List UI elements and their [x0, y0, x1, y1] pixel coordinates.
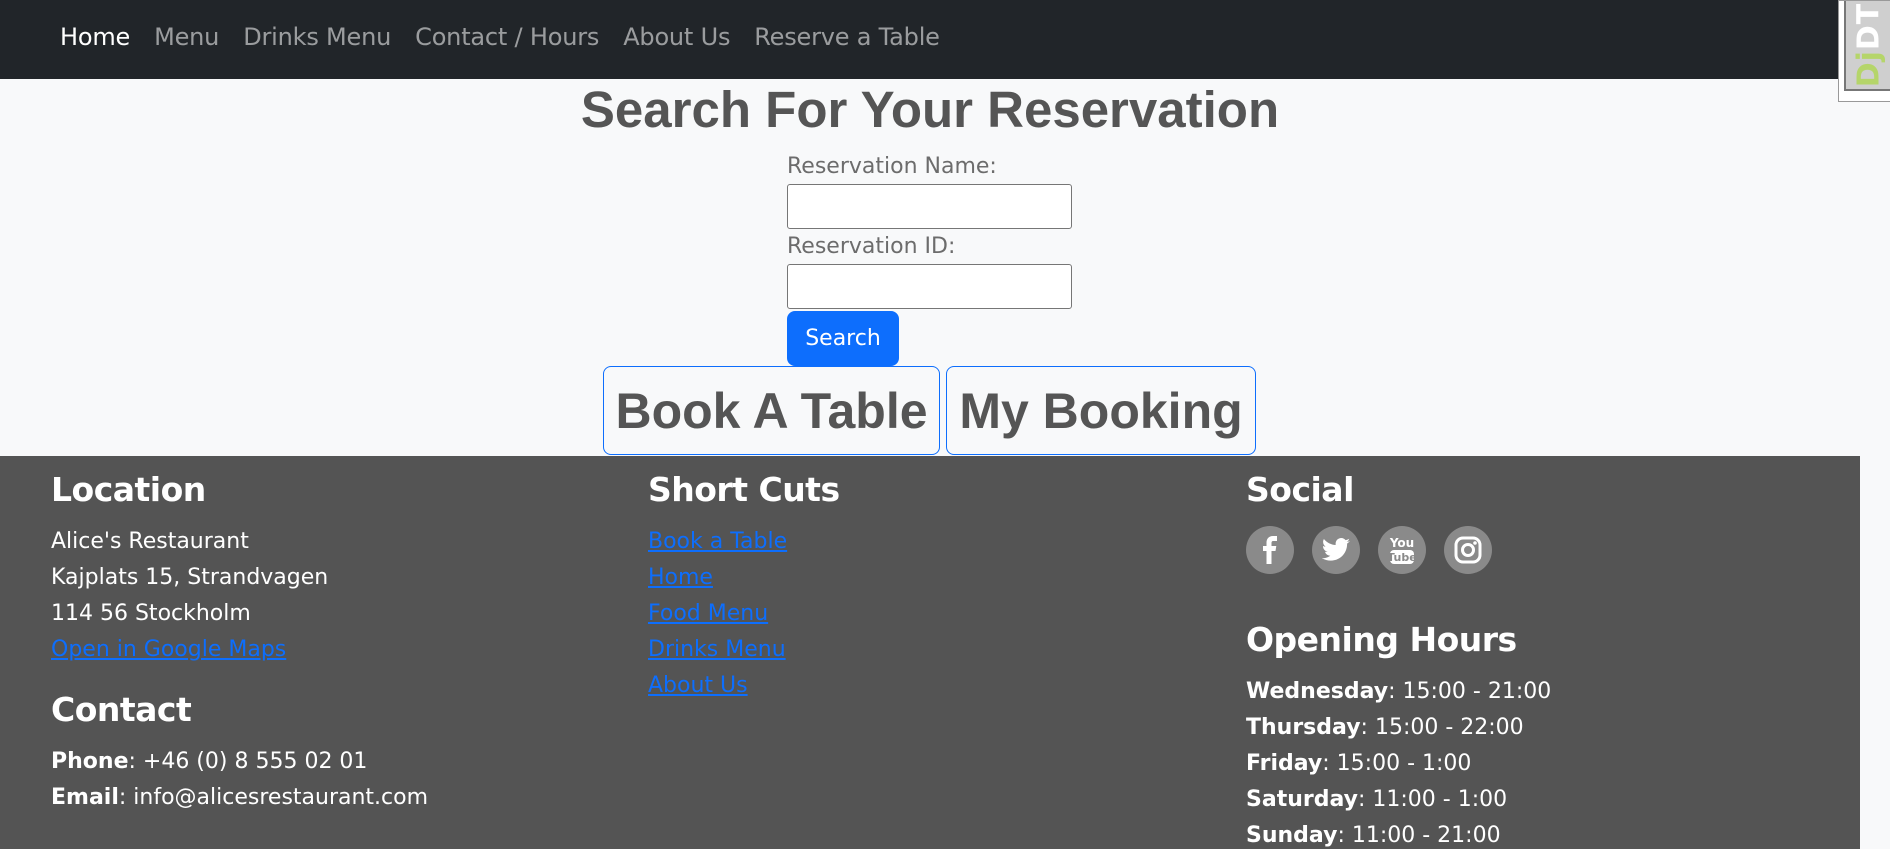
debug-toolbar-label: DjDT — [1851, 2, 1886, 88]
email-label: Email — [51, 785, 119, 810]
debug-toolbar-tab: DjDT — [1844, 1, 1890, 91]
social-icons: You Tube — [1246, 526, 1492, 574]
shortcut-food-menu-link[interactable]: Food Menu — [648, 596, 787, 632]
reservation-name-label: Reservation Name: — [787, 154, 997, 179]
address-city: 114 56 Stockholm — [51, 601, 251, 626]
hours-time: : 15:00 - 22:00 — [1360, 715, 1524, 740]
hours-row: Friday: 15:00 - 1:00 — [1246, 746, 1551, 782]
hours-day: Saturday — [1246, 787, 1358, 812]
nav-link-contact-hours[interactable]: Contact / Hours — [415, 23, 599, 51]
my-booking-button[interactable]: My Booking — [946, 366, 1256, 455]
facebook-icon[interactable] — [1246, 526, 1294, 574]
shortcut-drinks-menu-link[interactable]: Drinks Menu — [648, 632, 787, 668]
reservation-name-input[interactable] — [787, 184, 1072, 229]
contact-phone: Phone: +46 (0) 8 555 02 01 — [51, 744, 428, 780]
address-street: Kajplats 15, Strandvagen — [51, 565, 329, 590]
email-value: : info@alicesrestaurant.com — [118, 785, 429, 810]
hours-time: : 15:00 - 1:00 — [1322, 751, 1472, 776]
top-navbar: Home Menu Drinks Menu Contact / Hours Ab… — [0, 0, 1890, 79]
hours-day: Wednesday — [1246, 679, 1389, 704]
phone-label: Phone — [51, 749, 129, 774]
hours-day: Sunday — [1246, 823, 1338, 848]
nav-link-reserve-table[interactable]: Reserve a Table — [754, 23, 940, 51]
phone-value: : +46 (0) 8 555 02 01 — [128, 749, 368, 774]
footer: Location Alice's Restaurant Kajplats 15,… — [0, 456, 1860, 849]
book-a-table-button[interactable]: Book A Table — [603, 366, 940, 455]
page-title: Search For Your Reservation — [580, 81, 1280, 138]
svg-text:You: You — [1389, 536, 1414, 550]
location-heading: Location — [51, 470, 206, 509]
restaurant-name: Alice's Restaurant — [51, 524, 328, 560]
hours-row: Saturday: 11:00 - 1:00 — [1246, 782, 1551, 818]
search-button[interactable]: Search — [787, 311, 899, 366]
reservation-id-label: Reservation ID: — [787, 234, 956, 259]
nav-link-menu[interactable]: Menu — [154, 23, 219, 51]
youtube-icon[interactable]: You Tube — [1378, 526, 1426, 574]
shortcut-home-link[interactable]: Home — [648, 560, 787, 596]
nav-links: Home Menu Drinks Menu Contact / Hours Ab… — [60, 0, 964, 74]
hours-day: Friday — [1246, 751, 1323, 776]
twitter-icon[interactable] — [1312, 526, 1360, 574]
contact-email: Email: info@alicesrestaurant.com — [51, 780, 428, 816]
opening-hours-heading: Opening Hours — [1246, 620, 1517, 659]
hours-row: Wednesday: 15:00 - 21:00 — [1246, 674, 1551, 710]
hours-time: : 11:00 - 21:00 — [1337, 823, 1501, 848]
svg-text:Tube: Tube — [1388, 551, 1416, 564]
social-heading: Social — [1246, 470, 1354, 509]
shortcuts-heading: Short Cuts — [648, 470, 840, 509]
instagram-icon[interactable] — [1444, 526, 1492, 574]
shortcut-about-us-link[interactable]: About Us — [648, 668, 787, 704]
nav-link-drinks-menu[interactable]: Drinks Menu — [243, 23, 391, 51]
nav-link-home[interactable]: Home — [60, 23, 130, 51]
contact-heading: Contact — [51, 690, 192, 729]
opening-hours-list: Wednesday: 15:00 - 21:00 Thursday: 15:00… — [1246, 674, 1551, 849]
hours-time: : 15:00 - 21:00 — [1388, 679, 1552, 704]
nav-link-about-us[interactable]: About Us — [623, 23, 730, 51]
hours-row: Thursday: 15:00 - 22:00 — [1246, 710, 1551, 746]
google-maps-link[interactable]: Open in Google Maps — [51, 632, 328, 668]
shortcut-book-table-link[interactable]: Book a Table — [648, 524, 787, 560]
restaurant-name-text: Alice's Restaurant — [51, 529, 249, 554]
hours-day: Thursday — [1246, 715, 1361, 740]
hours-time: : 11:00 - 1:00 — [1357, 787, 1508, 812]
hours-row: Sunday: 11:00 - 21:00 — [1246, 818, 1551, 849]
reservation-id-input[interactable] — [787, 264, 1072, 309]
reservation-search-form: Reservation Name: Reservation ID: — [787, 150, 1077, 310]
